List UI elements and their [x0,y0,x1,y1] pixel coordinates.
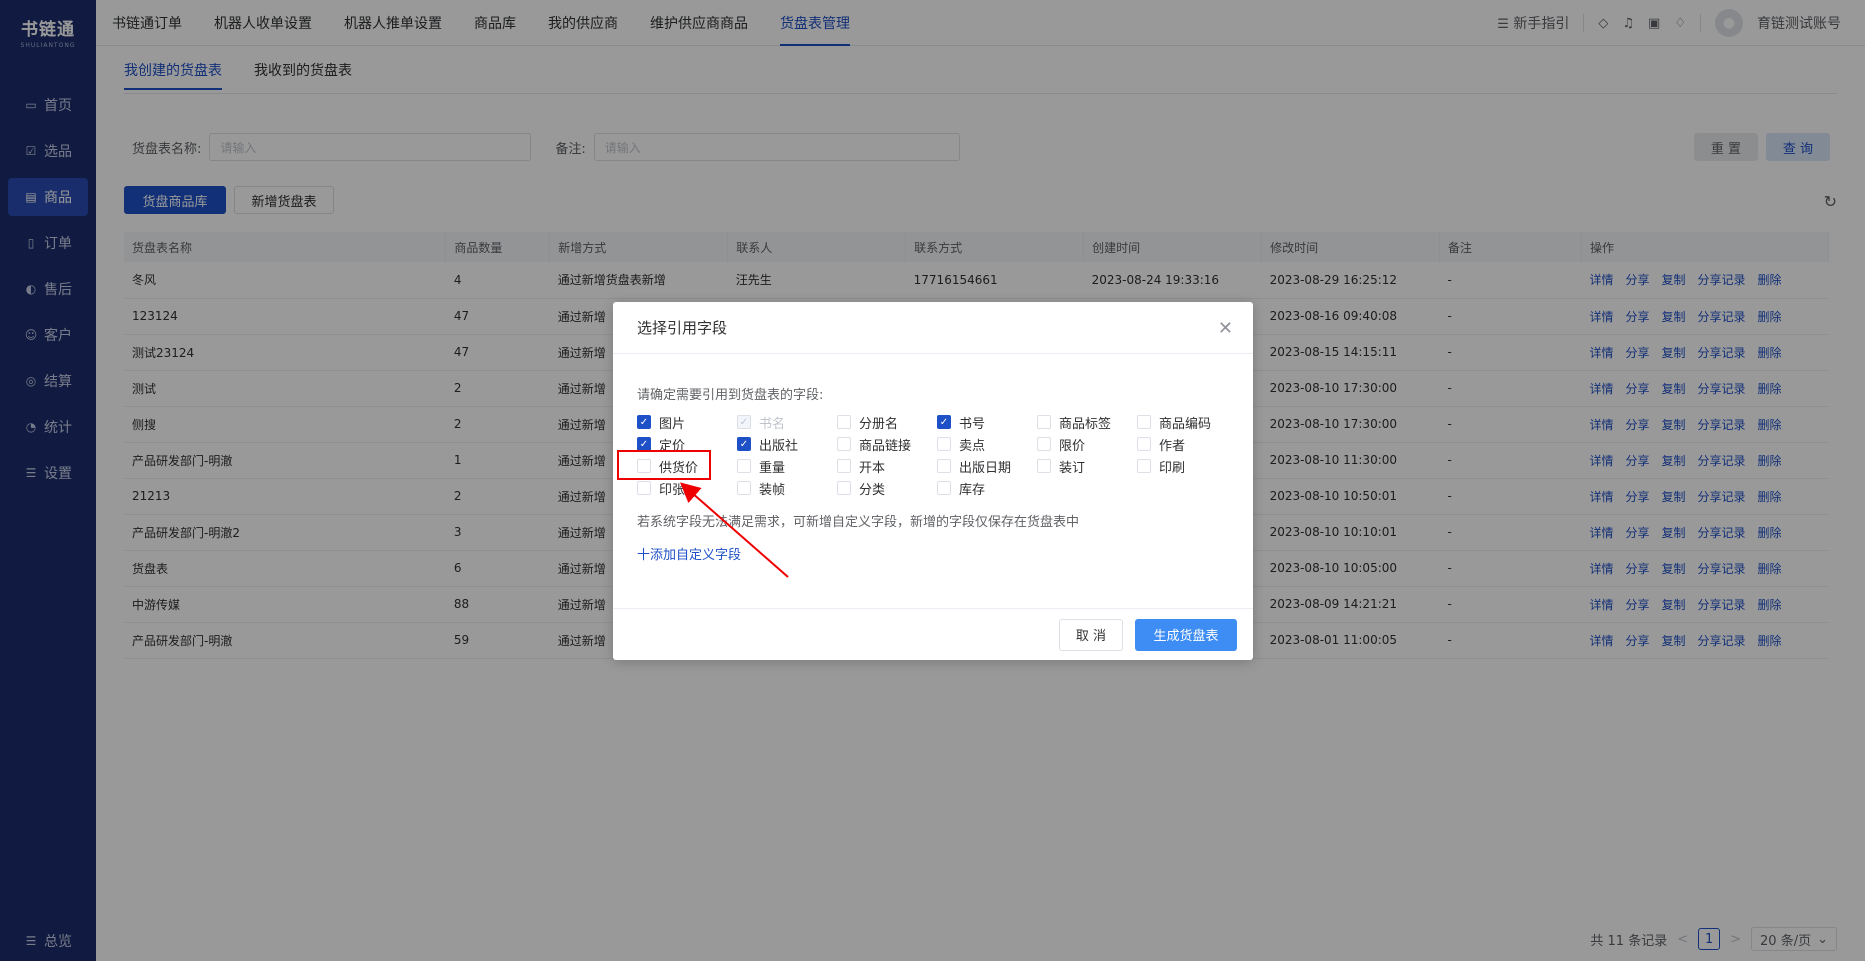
annotation-arrow [679,482,789,578]
